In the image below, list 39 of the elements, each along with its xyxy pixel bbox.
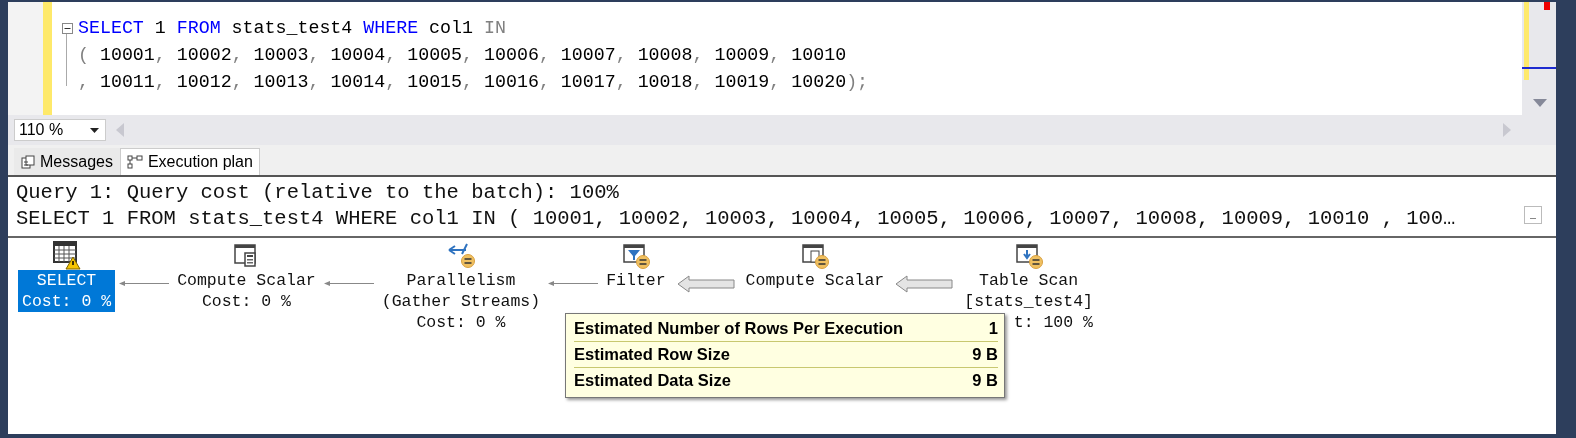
scroll-down-icon[interactable] [1533,99,1547,107]
results-tab[interactable]: Execution plan [119,148,260,175]
operator-label[interactable]: SELECT [36,270,97,291]
operator-label[interactable]: Compute Scalar [745,270,885,291]
operator-label[interactable]: (Gather Streams) [381,291,541,312]
zoom-dropdown[interactable]: 110 % [14,119,106,141]
caret-position-marker [1522,67,1556,69]
property-name: Estimated Number of Rows Per Execution [574,319,904,338]
operator-label[interactable]: Compute Scalar [177,270,316,291]
plan-diagram-icon [126,155,143,169]
operator-label[interactable]: Cost: 0 % [22,291,112,312]
operator-label[interactable]: Parallelism [406,270,516,291]
document-window-icon [799,242,830,270]
code-line: , 10011, 10012, 10013, 10014, 10015, 10016, 10017, 10018, 10019, 10020); [78,71,869,94]
message-list-icon [21,155,35,169]
query-text: SELECT 1 FROM stats_test4 WHERE col1 IN ( 10001, 10002, 10003, 10004, 10005, 10006, 10007, 10008, 10009, 10010 , 100… [16,206,1457,232]
property-name: Estimated Data Size [574,371,731,390]
code-line: ( 10001, 10002, 10003, 10004, 10005, 10006, 10007, 10008, 10009, 10010 [78,44,848,67]
error-marker [1544,2,1550,10]
operator-label[interactable]: t: 100 % [1013,312,1093,333]
operator-label[interactable]: Table Scan [979,270,1079,291]
property-value: 9 B [972,345,998,364]
caret-icon [90,127,99,133]
query-text: Query 1: Query cost (relative to the batch): 100% [16,180,620,206]
collapse-icon[interactable] [61,23,73,34]
filter-window-icon [620,242,651,270]
table-scan-icon [1013,242,1044,270]
collapse-button[interactable] [1524,206,1542,224]
results-tab[interactable]: Messages [14,148,120,175]
vertical-scrollbar[interactable] [1522,2,1556,115]
operator-label[interactable]: Filter [606,270,666,291]
code-line: SELECT 1 FROM stats_test4 WHERE col1 IN [78,17,507,40]
operator-label[interactable]: Cost: 0 % [416,312,506,333]
result-table-icon [50,240,83,270]
operator-label[interactable]: Cost: 0 % [201,291,291,312]
property-value: 1 [988,319,998,338]
property-name: Estimated Row Size [574,345,730,364]
operator-label[interactable]: [stats_test4] [964,291,1093,312]
property-value: 9 B [972,371,998,390]
